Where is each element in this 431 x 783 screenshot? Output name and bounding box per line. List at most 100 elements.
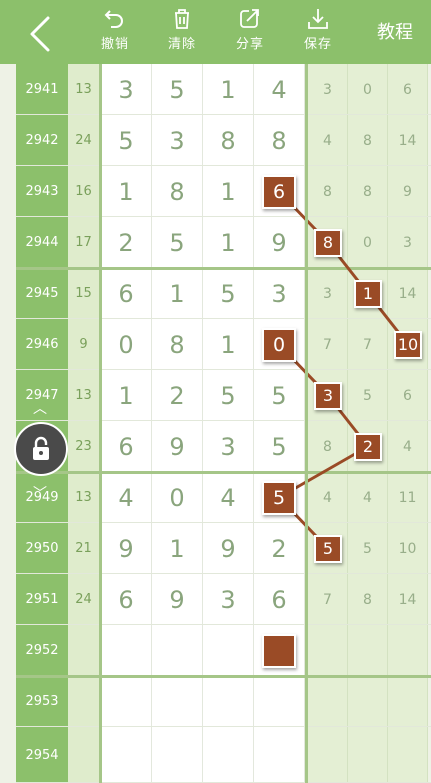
digit-cell[interactable] [101, 676, 152, 727]
digit-cell[interactable] [152, 676, 203, 727]
trend-cell[interactable] [348, 625, 388, 676]
highlight-badge[interactable]: 0 [262, 327, 296, 362]
trend-cell[interactable]: 4 [308, 472, 348, 523]
undo-button[interactable]: 撤销 [85, 7, 145, 57]
trend-cell[interactable]: 7 [308, 319, 348, 370]
digit-cell[interactable]: 2 [254, 523, 305, 574]
digit-cell[interactable]: 1 [203, 166, 254, 217]
digit-cell[interactable]: 1 [101, 166, 152, 217]
highlight-badge[interactable]: 5 [314, 534, 342, 563]
trend-cell[interactable]: 4 [388, 421, 428, 472]
digit-cell[interactable]: 8 [152, 319, 203, 370]
trend-cell[interactable]: 14 [388, 115, 428, 166]
chevron-down-icon[interactable]: ﹀ [33, 483, 47, 503]
trend-cell[interactable]: 7 [308, 574, 348, 625]
digit-cell[interactable]: 6 [101, 421, 152, 472]
digit-cell[interactable]: 8 [152, 166, 203, 217]
trend-cell[interactable]: 8 [348, 115, 388, 166]
digit-cell[interactable] [101, 727, 152, 783]
digit-cell[interactable]: 0 [101, 319, 152, 370]
digit-cell[interactable]: 5 [152, 217, 203, 268]
highlight-badge[interactable]: 5 [262, 480, 296, 515]
trend-cell[interactable]: 6 [388, 64, 428, 115]
trend-cell[interactable]: 14 [388, 574, 428, 625]
digit-cell[interactable]: 9 [152, 574, 203, 625]
trend-cell[interactable]: 8 [308, 166, 348, 217]
trend-cell[interactable]: 5 [348, 523, 388, 574]
trend-cell[interactable]: 4 [308, 115, 348, 166]
trend-cell[interactable]: 4 [348, 472, 388, 523]
digit-cell[interactable]: 1 [203, 217, 254, 268]
digit-cell[interactable]: 1 [152, 523, 203, 574]
digit-cell[interactable]: 5 [203, 268, 254, 319]
digit-cell[interactable]: 6 [254, 574, 305, 625]
trend-cell[interactable]: 8 [348, 574, 388, 625]
digit-cell[interactable] [254, 727, 305, 783]
save-button[interactable]: 保存 [288, 7, 348, 57]
highlight-badge[interactable]: 6 [262, 174, 296, 209]
share-button[interactable]: 分享 [220, 7, 280, 57]
digit-cell[interactable]: 3 [203, 574, 254, 625]
digit-cell[interactable]: 9 [203, 523, 254, 574]
digit-cell[interactable]: 3 [254, 268, 305, 319]
tutorial-button[interactable]: 教程 [377, 18, 413, 44]
digit-cell[interactable]: 1 [101, 370, 152, 421]
highlight-badge[interactable]: 1 [354, 279, 382, 308]
trend-cell[interactable]: 0 [348, 217, 388, 268]
digit-cell[interactable] [152, 625, 203, 676]
digit-cell[interactable]: 3 [101, 64, 152, 115]
trend-cell[interactable] [388, 625, 428, 676]
trend-cell[interactable] [348, 676, 388, 727]
digit-cell[interactable]: 6 [101, 268, 152, 319]
chevron-up-icon[interactable]: ︿ [33, 398, 47, 418]
digit-cell[interactable]: 5 [254, 370, 305, 421]
trend-cell[interactable]: 8 [348, 166, 388, 217]
trend-cell[interactable]: 14 [388, 268, 428, 319]
digit-cell[interactable] [203, 625, 254, 676]
digit-cell[interactable] [101, 625, 152, 676]
digit-cell[interactable]: 4 [101, 472, 152, 523]
trend-cell[interactable] [388, 727, 428, 783]
digit-cell[interactable]: 4 [254, 64, 305, 115]
trend-cell[interactable]: 3 [388, 217, 428, 268]
digit-cell[interactable]: 5 [101, 115, 152, 166]
highlight-badge[interactable]: 8 [314, 228, 342, 257]
digit-cell[interactable]: 6 [101, 574, 152, 625]
trend-cell[interactable] [388, 676, 428, 727]
trend-cell[interactable]: 0 [348, 64, 388, 115]
back-button[interactable] [20, 12, 64, 56]
trend-cell[interactable]: 11 [388, 472, 428, 523]
digit-cell[interactable]: 4 [203, 472, 254, 523]
highlight-badge[interactable]: 3 [314, 381, 342, 410]
trend-cell[interactable] [308, 727, 348, 783]
digit-cell[interactable] [254, 676, 305, 727]
highlight-badge[interactable]: 2 [354, 432, 382, 461]
trend-cell[interactable] [308, 676, 348, 727]
digit-cell[interactable]: 3 [152, 115, 203, 166]
digit-cell[interactable]: 2 [152, 370, 203, 421]
digit-cell[interactable]: 2 [101, 217, 152, 268]
digit-cell[interactable]: 8 [254, 115, 305, 166]
trend-cell[interactable] [348, 727, 388, 783]
trend-cell[interactable]: 9 [388, 166, 428, 217]
digit-cell[interactable]: 9 [101, 523, 152, 574]
digit-cell[interactable]: 1 [152, 268, 203, 319]
trend-cell[interactable]: 6 [388, 370, 428, 421]
lock-button[interactable] [14, 422, 68, 476]
digit-cell[interactable]: 9 [254, 217, 305, 268]
highlight-badge[interactable] [262, 633, 296, 668]
digit-cell[interactable] [203, 676, 254, 727]
trend-cell[interactable]: 3 [308, 268, 348, 319]
trend-cell[interactable] [308, 625, 348, 676]
digit-cell[interactable]: 5 [203, 370, 254, 421]
digit-cell[interactable]: 5 [152, 64, 203, 115]
trend-cell[interactable]: 5 [348, 370, 388, 421]
trend-cell[interactable]: 8 [308, 421, 348, 472]
digit-cell[interactable] [203, 727, 254, 783]
highlight-badge[interactable]: 10 [394, 330, 422, 359]
digit-cell[interactable]: 0 [152, 472, 203, 523]
digit-cell[interactable]: 9 [152, 421, 203, 472]
digit-cell[interactable]: 1 [203, 64, 254, 115]
digit-cell[interactable]: 8 [203, 115, 254, 166]
trend-cell[interactable]: 3 [308, 64, 348, 115]
